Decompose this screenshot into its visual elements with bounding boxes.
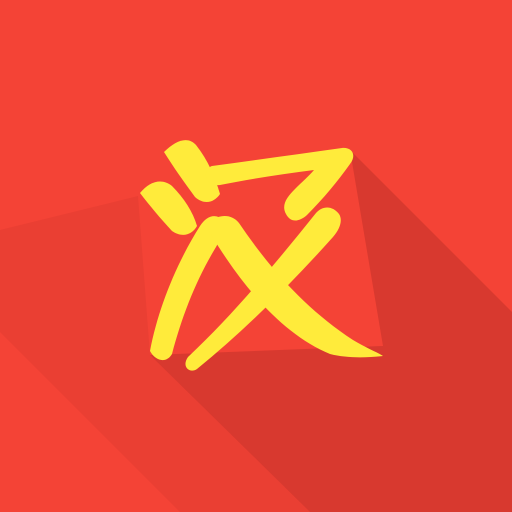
app-icon-tile bbox=[0, 0, 512, 512]
glyph-stroke-dot-middle bbox=[140, 181, 197, 235]
han-character-icon bbox=[140, 140, 383, 371]
